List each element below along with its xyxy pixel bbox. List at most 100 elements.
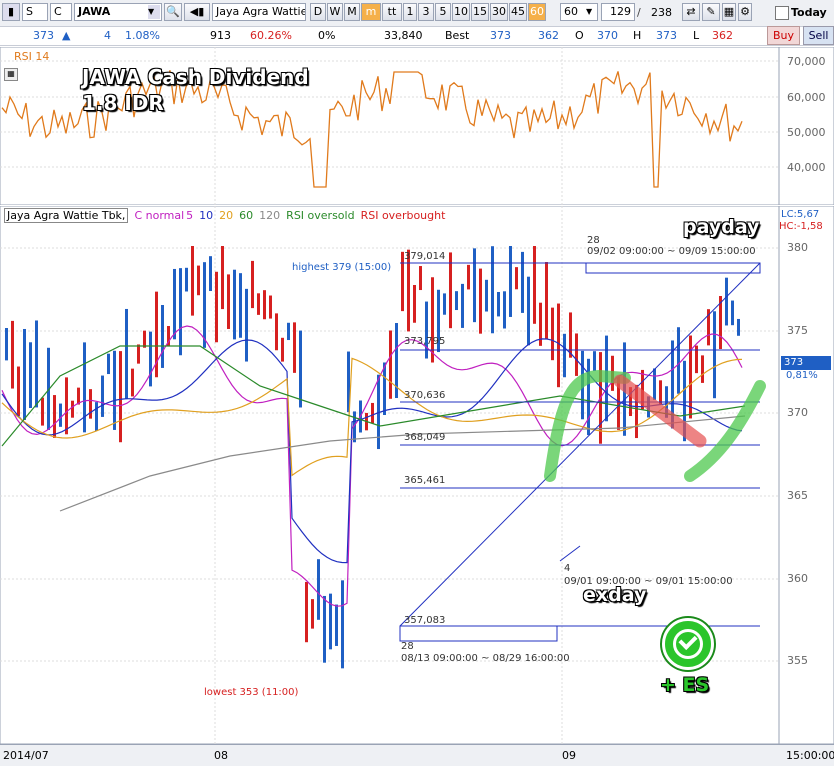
candle-bar xyxy=(275,313,278,351)
today-label: Today xyxy=(791,6,827,19)
rsi-tick: 50,000 xyxy=(787,126,826,139)
market-code: C xyxy=(54,5,62,18)
candle-bar xyxy=(413,285,416,323)
price-panel[interactable]: Jaya Agra Wattie Tbk, C normal 5 10 20 60 120 R… xyxy=(0,205,834,745)
candle-bar xyxy=(89,389,92,419)
period-button-12[interactable]: 60 xyxy=(528,3,546,21)
chart-tool-icon: ✎ xyxy=(706,5,716,18)
candle-bar xyxy=(305,581,308,643)
x-axis: 2014/07 08 09 15:00:00 xyxy=(0,744,834,766)
bar-count-input[interactable]: 129 xyxy=(601,3,635,21)
market-select[interactable]: C xyxy=(50,3,72,21)
speaker-icon: ◀▮ xyxy=(189,5,205,18)
candle-bar xyxy=(335,604,338,646)
candle-bar xyxy=(287,322,290,341)
period-button-5[interactable]: 1 xyxy=(403,3,417,21)
lowest-label: lowest 353 (11:00) xyxy=(204,687,299,698)
rsi-tick: 70,000 xyxy=(787,55,826,68)
candle-bar xyxy=(311,599,314,629)
arrows-icon: ⇄ xyxy=(686,5,696,18)
candle-bar xyxy=(209,256,212,292)
ticker-input[interactable]: JAWA ▼ xyxy=(74,3,162,21)
tool-button-1[interactable]: ⇄ xyxy=(682,3,700,21)
rsi-panel[interactable]: RSI 14 ▦ JAWA Cash Dividend 1.8 IDR 70,0… xyxy=(0,46,834,206)
period-button-0[interactable]: D xyxy=(310,3,326,21)
candle-bar xyxy=(389,330,392,399)
candle-bar xyxy=(473,248,476,323)
price-change-pct: 1.08% xyxy=(125,29,160,42)
candle-bar xyxy=(245,288,248,362)
period-button-4[interactable]: tt xyxy=(382,3,402,21)
trade-value: 33,840 xyxy=(384,29,423,42)
es-annotation: + ES xyxy=(660,674,710,696)
low-label: L xyxy=(693,29,700,42)
candle-bar xyxy=(557,303,560,388)
period-button-6[interactable]: 3 xyxy=(418,3,434,21)
candle-bar xyxy=(503,291,506,329)
candle-bar xyxy=(269,295,272,319)
sell-button[interactable]: Sell xyxy=(803,26,834,45)
low-price: 362 xyxy=(712,29,733,42)
chevron-down-icon[interactable]: ▼ xyxy=(586,5,596,19)
period-button-2[interactable]: M xyxy=(344,3,360,21)
current-price-marker: 373 xyxy=(781,356,831,370)
x-label-time: 15:00:00 xyxy=(786,749,834,762)
candle-bar xyxy=(185,267,188,292)
candle-bar xyxy=(11,320,14,389)
search-button[interactable]: 🔍 xyxy=(164,3,182,21)
candle-bar xyxy=(737,318,740,336)
candle-bar xyxy=(125,308,128,399)
tool-button-2[interactable]: ✎ xyxy=(702,3,720,21)
gear-icon: ⚙ xyxy=(740,5,750,18)
candle-bar xyxy=(569,312,572,358)
last-price: 373 xyxy=(33,29,54,42)
period-button-10[interactable]: 30 xyxy=(490,3,508,21)
payday-annotation: payday xyxy=(683,216,760,238)
period-button-1[interactable]: W xyxy=(327,3,343,21)
candle-bar xyxy=(659,380,662,405)
candle-bar xyxy=(281,337,284,362)
candle-bar xyxy=(191,246,194,316)
buy-button[interactable]: Buy xyxy=(767,26,800,45)
candle-bar xyxy=(323,595,326,663)
candle-bar xyxy=(53,395,56,438)
candle-bar xyxy=(143,330,146,348)
period-button-7[interactable]: 5 xyxy=(435,3,451,21)
period-button-9[interactable]: 15 xyxy=(471,3,489,21)
period-button-8[interactable]: 10 xyxy=(452,3,470,21)
chevron-down-icon[interactable]: ▼ xyxy=(148,5,160,19)
fib-level-1: 379,014 xyxy=(404,251,446,262)
ticker-text: JAWA xyxy=(78,5,111,18)
fib-level-3: 370,636 xyxy=(404,390,446,401)
candle-bar xyxy=(701,355,704,383)
candle-bar xyxy=(317,559,320,620)
candle-bar xyxy=(443,293,446,315)
speaker-button[interactable]: ◀▮ xyxy=(184,3,210,21)
candle-bar xyxy=(455,291,458,311)
period-button-3[interactable]: m xyxy=(361,3,381,21)
box1-count: 28 xyxy=(587,235,600,246)
highest-label: highest 379 (15:00) xyxy=(292,262,392,273)
checkmark-icon xyxy=(662,618,714,670)
grid-icon: ▦ xyxy=(723,5,735,18)
type-select[interactable]: S xyxy=(22,3,48,21)
period-button-11[interactable]: 45 xyxy=(509,3,527,21)
candle-bar xyxy=(101,375,104,417)
tool-button-3[interactable]: ▦ xyxy=(722,3,736,21)
table-icon[interactable]: ▦ xyxy=(4,68,18,81)
legend-ma20: 20 xyxy=(219,209,234,222)
candle-bar xyxy=(137,344,140,364)
rsi-title: RSI 14 xyxy=(14,50,50,63)
volume: 913 xyxy=(210,29,231,42)
candle-bar xyxy=(173,268,176,340)
box3-count: 4 xyxy=(564,563,571,574)
chart-legend: Jaya Agra Wattie Tbk, C normal 5 10 20 60 120 R… xyxy=(4,208,451,223)
candle-bar xyxy=(515,267,518,290)
candle-bar xyxy=(575,333,578,376)
interval-select[interactable]: 60 ▼ xyxy=(560,3,598,21)
toolbar-icon[interactable]: ▮ xyxy=(2,3,20,21)
candle-bar xyxy=(149,331,152,387)
settings-button[interactable]: ⚙ xyxy=(738,3,752,21)
rsi-tick: 60,000 xyxy=(787,91,826,104)
today-checkbox[interactable] xyxy=(775,6,789,20)
